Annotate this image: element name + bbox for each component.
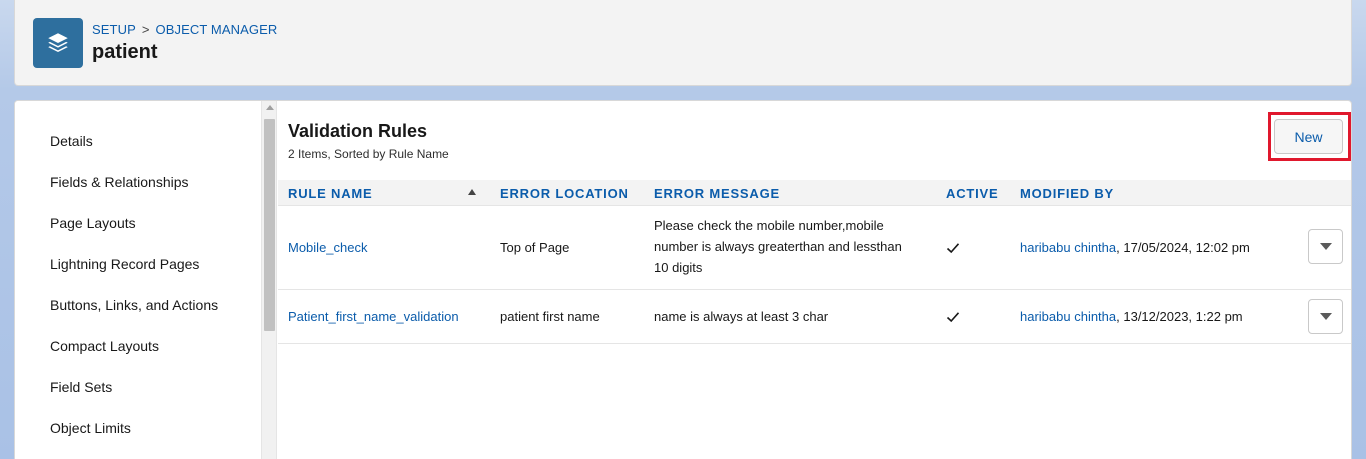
- sidebar-item-compact-layouts[interactable]: Compact Layouts: [50, 338, 159, 354]
- section-title: Validation Rules: [288, 121, 428, 141]
- row-actions-button[interactable]: [1308, 299, 1343, 334]
- error-location: patient first name: [500, 309, 600, 324]
- table-row: Mobile_check Top of Page Please check th…: [278, 206, 1351, 290]
- chevron-down-icon: [1319, 243, 1332, 250]
- row-actions-button[interactable]: [1308, 229, 1343, 264]
- sidebar-item-buttons-links-actions[interactable]: Buttons, Links, and Actions: [50, 297, 218, 313]
- column-header-active[interactable]: ACTIVE: [946, 186, 998, 201]
- validation-rules-content: Validation Rules 2 Items, Sorted by Rule…: [278, 101, 1351, 459]
- modified-by-user-link[interactable]: haribabu chintha: [1020, 240, 1116, 255]
- breadcrumb-separator: >: [141, 22, 150, 37]
- section-subtitle: 2 Items, Sorted by Rule Name: [288, 147, 449, 161]
- modified-by: haribabu chintha, 17/05/2024, 12:02 pm: [1020, 237, 1250, 258]
- checkmark-icon: [946, 243, 960, 254]
- modified-by-date: , 13/12/2023, 1:22 pm: [1116, 309, 1243, 324]
- modified-by-date: , 17/05/2024, 12:02 pm: [1116, 240, 1250, 255]
- table-header: RULE NAME ERROR LOCATION ERROR MESSAGE A…: [278, 180, 1351, 206]
- modified-by-user-link[interactable]: haribabu chintha: [1020, 309, 1116, 324]
- sidebar-item-page-layouts[interactable]: Page Layouts: [50, 215, 136, 231]
- layers-icon: [33, 18, 83, 68]
- modified-by: haribabu chintha, 13/12/2023, 1:22 pm: [1020, 306, 1243, 327]
- table-row: Patient_first_name_validation patient fi…: [278, 290, 1351, 344]
- scroll-up-arrow-icon[interactable]: [266, 105, 274, 110]
- object-header: SETUP > OBJECT MANAGER patient: [14, 0, 1352, 86]
- breadcrumb: SETUP > OBJECT MANAGER: [92, 22, 277, 37]
- sidebar-scrollbar[interactable]: [261, 101, 277, 459]
- main-panel: Details Fields & Relationships Page Layo…: [14, 100, 1352, 459]
- page-title: patient: [92, 41, 158, 63]
- scrollbar-thumb[interactable]: [264, 119, 275, 331]
- sort-ascending-icon[interactable]: [468, 189, 476, 195]
- sidebar: Details Fields & Relationships Page Layo…: [15, 101, 277, 459]
- breadcrumb-object-manager[interactable]: OBJECT MANAGER: [156, 22, 278, 37]
- sidebar-item-object-limits[interactable]: Object Limits: [50, 420, 131, 436]
- sidebar-item-fields-relationships[interactable]: Fields & Relationships: [50, 174, 189, 190]
- column-header-rule-name[interactable]: RULE NAME: [288, 186, 372, 201]
- error-message: name is always at least 3 char: [654, 309, 829, 324]
- error-message-line: 10 digits: [654, 260, 703, 275]
- sidebar-item-lightning-record-pages[interactable]: Lightning Record Pages: [50, 256, 199, 272]
- chevron-down-icon: [1319, 313, 1332, 320]
- sidebar-item-details[interactable]: Details: [50, 133, 93, 149]
- error-message: Please check the mobile number,mobile nu…: [654, 215, 902, 278]
- column-header-modified-by[interactable]: MODIFIED BY: [1020, 186, 1114, 201]
- sidebar-item-field-sets[interactable]: Field Sets: [50, 379, 112, 395]
- new-button[interactable]: New: [1274, 119, 1343, 154]
- column-header-error-location[interactable]: ERROR LOCATION: [500, 186, 629, 201]
- error-message-line: number is always greaterthan and lesstha…: [654, 239, 902, 254]
- column-header-error-message[interactable]: ERROR MESSAGE: [654, 186, 780, 201]
- error-location: Top of Page: [500, 240, 570, 255]
- error-message-line: Please check the mobile number,mobile: [654, 218, 884, 233]
- rule-name-link[interactable]: Patient_first_name_validation: [288, 306, 459, 327]
- checkmark-icon: [946, 312, 960, 323]
- rule-name-link[interactable]: Mobile_check: [288, 237, 368, 258]
- breadcrumb-setup[interactable]: SETUP: [92, 22, 136, 37]
